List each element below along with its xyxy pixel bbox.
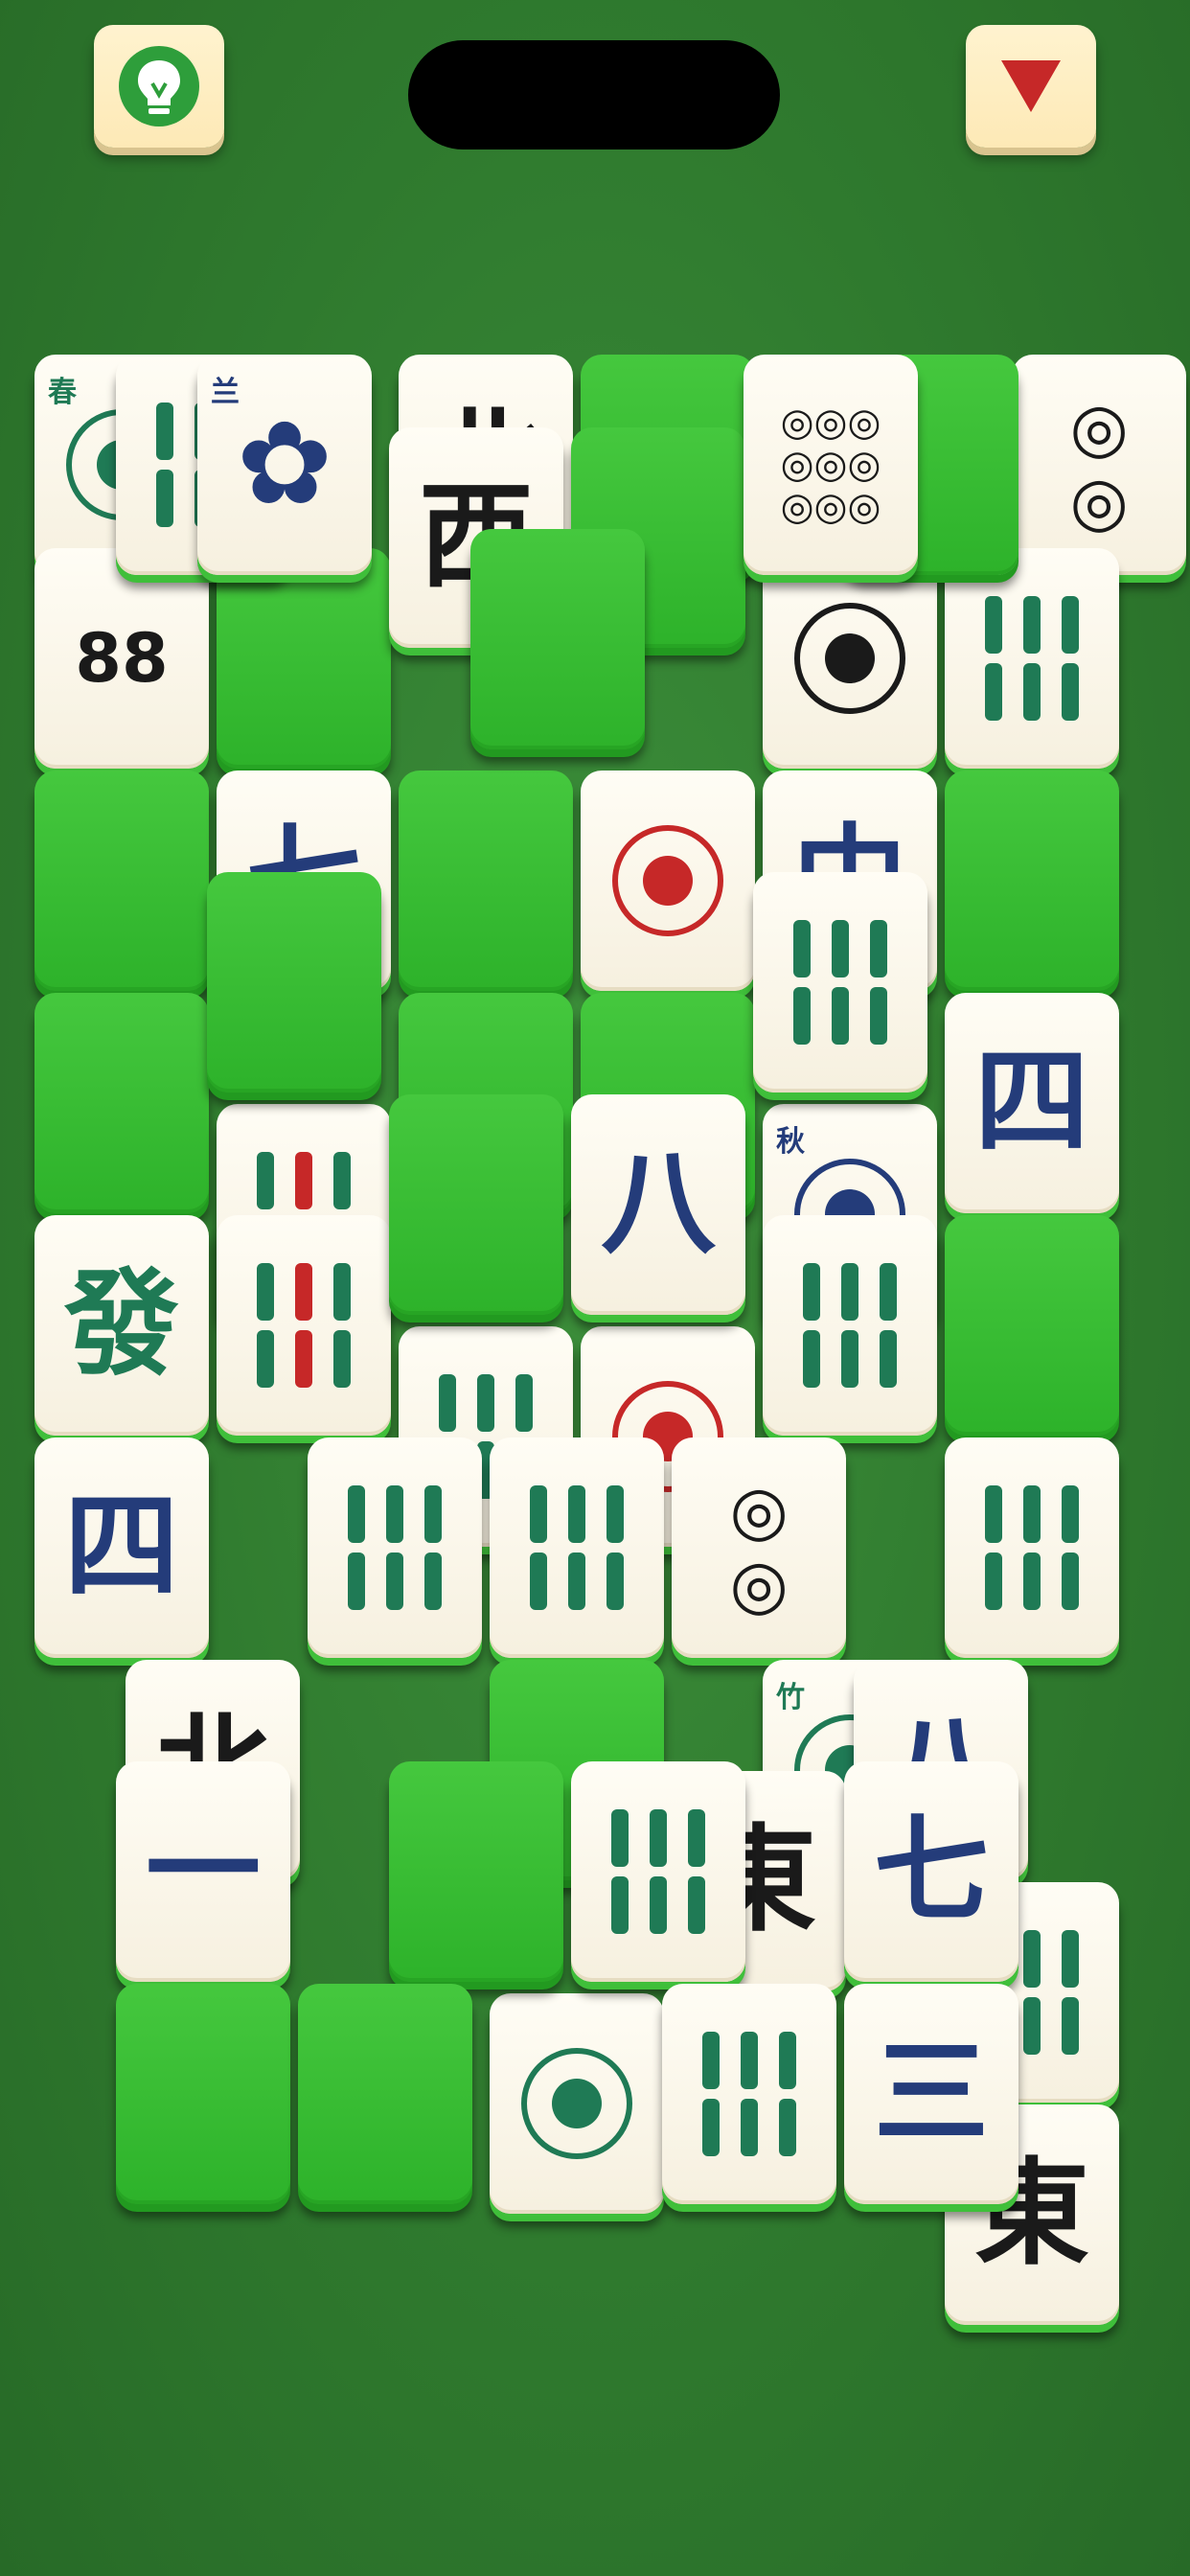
tile-circle[interactable]: ◎◎◎ ◎◎◎ ◎◎◎	[744, 355, 918, 575]
tile-bamboo[interactable]	[571, 1761, 745, 1982]
bamboo-icon	[702, 2032, 796, 2156]
mahjong-board: 春北◎ ◎88七中四秋發四◎ ◎北竹八東東西八一七三✿兰◎◎◎ ◎◎◎ ◎◎◎	[0, 0, 1190, 2576]
tile-glyph: 八	[601, 1138, 716, 1271]
tile-glyph: 一	[146, 1805, 261, 1938]
bamboo-icon	[985, 1485, 1079, 1610]
bamboo-icon	[611, 1809, 705, 1934]
tile-dragon[interactable]: 發	[34, 1215, 209, 1436]
tile-glyph: 發	[64, 1258, 179, 1392]
tile-flower[interactable]	[763, 548, 937, 769]
tile-back[interactable]	[116, 1984, 290, 2204]
tile-season-label: 春	[48, 376, 77, 409]
tile-bamboo-bird[interactable]	[308, 1438, 482, 1658]
tile-bamboo[interactable]	[763, 1215, 937, 1436]
tile-back[interactable]	[34, 770, 209, 991]
bamboo-icon	[530, 1485, 624, 1610]
tile-flower[interactable]	[490, 1993, 664, 2214]
tile-glyph: 88	[75, 618, 169, 698]
tile-glyph: 四	[64, 1481, 179, 1614]
tile-back[interactable]	[945, 770, 1119, 991]
triangle-down-icon	[1001, 60, 1061, 112]
tile-char[interactable]: 一	[116, 1761, 290, 1982]
tile-bamboo[interactable]	[945, 1438, 1119, 1658]
menu-button[interactable]	[966, 25, 1096, 148]
flower-icon	[794, 603, 905, 714]
tile-back[interactable]	[389, 1094, 563, 1315]
tile-glyph: ◎◎◎ ◎◎◎ ◎◎◎	[780, 401, 881, 529]
tile-back[interactable]	[217, 548, 391, 769]
flower-icon	[521, 2048, 632, 2159]
tile-flower[interactable]: ✿ 兰	[197, 355, 372, 575]
tile-bamboo[interactable]	[490, 1438, 664, 1658]
tile-back[interactable]	[389, 1761, 563, 1982]
tile-glyph: ◎ ◎	[1069, 388, 1129, 540]
bamboo-icon	[985, 596, 1079, 721]
tile-char[interactable]: 四	[945, 993, 1119, 1213]
bamboo-icon	[257, 1263, 351, 1388]
tile-back[interactable]	[34, 993, 209, 1213]
tile-char[interactable]: 三	[844, 1984, 1018, 2204]
hint-button[interactable]	[94, 25, 224, 148]
tile-bamboo[interactable]	[217, 1215, 391, 1436]
camera-notch	[408, 40, 780, 150]
tile-glyph: 三	[874, 2027, 989, 2160]
tile-back[interactable]	[399, 770, 573, 991]
tile-char[interactable]: 八	[571, 1094, 745, 1315]
tile-glyph: 七	[874, 1805, 989, 1938]
bamboo-bird-icon	[348, 1485, 442, 1610]
tile-back[interactable]	[470, 529, 645, 749]
tile-circle[interactable]: ◎ ◎	[1012, 355, 1186, 575]
tile-circle[interactable]: ◎ ◎	[672, 1438, 846, 1658]
tile-back[interactable]	[298, 1984, 472, 2204]
tile-season-label: 兰	[211, 376, 240, 409]
tile-season-label: 竹	[776, 1681, 805, 1714]
tile-bamboo[interactable]	[662, 1984, 836, 2204]
dragon-icon	[612, 825, 723, 936]
tile-glyph: 四	[974, 1036, 1089, 1169]
tile-bamboo[interactable]	[945, 548, 1119, 769]
tile-glyph: ◎ ◎	[729, 1471, 789, 1623]
tile-glyph: ✿	[236, 398, 333, 531]
bamboo-icon	[793, 920, 887, 1045]
lightbulb-icon	[119, 46, 199, 126]
bamboo-icon	[803, 1263, 897, 1388]
tile-back[interactable]	[207, 872, 381, 1092]
tile-char[interactable]: 七	[844, 1761, 1018, 1982]
tile-circle[interactable]: 88	[34, 548, 209, 769]
tile-season-label: 秋	[776, 1125, 805, 1159]
tile-bamboo[interactable]	[753, 872, 927, 1092]
tile-char[interactable]: 四	[34, 1438, 209, 1658]
tile-dragon[interactable]	[581, 770, 755, 991]
tile-back[interactable]	[945, 1215, 1119, 1436]
